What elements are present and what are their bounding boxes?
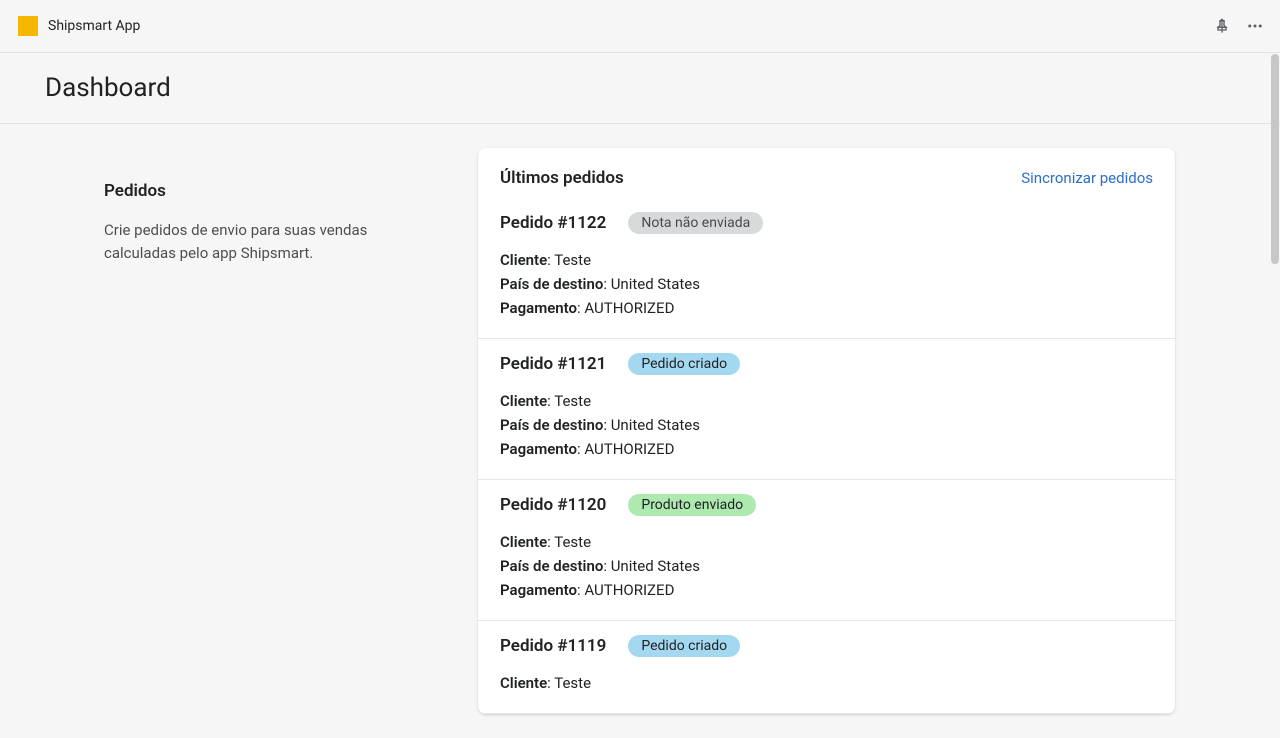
sync-orders-link[interactable]: Sincronizar pedidos xyxy=(1021,169,1153,187)
order-field-pais: País de destino: United States xyxy=(500,554,1153,578)
order-item[interactable]: Pedido #1119 Pedido criado Cliente: Teste xyxy=(478,621,1175,714)
order-title: Pedido #1122 xyxy=(500,213,606,233)
field-value: United States xyxy=(611,557,700,575)
field-label: Cliente xyxy=(500,533,547,551)
field-value: AUTHORIZED xyxy=(584,299,674,317)
orders-list: Pedido #1122 Nota não enviada Cliente: Tes… xyxy=(478,200,1175,714)
topbar-actions xyxy=(1214,17,1264,35)
more-icon[interactable] xyxy=(1246,17,1264,35)
status-badge: Produto enviado xyxy=(628,494,756,516)
status-badge: Pedido criado xyxy=(628,635,740,657)
field-label: País de destino xyxy=(500,416,603,434)
field-label: Pagamento xyxy=(500,440,577,458)
order-title: Pedido #1121 xyxy=(500,354,606,374)
topbar: Shipsmart App xyxy=(0,0,1280,53)
field-value: AUTHORIZED xyxy=(584,581,674,599)
pin-icon[interactable] xyxy=(1214,18,1230,34)
order-item[interactable]: Pedido #1121Pedido criadoCliente: TesteP… xyxy=(478,339,1175,480)
app-title: Shipsmart App xyxy=(48,18,140,34)
order-field-cliente: Cliente: Teste xyxy=(500,248,1153,272)
content: Pedidos Crie pedidos de envio para suas … xyxy=(0,124,1280,738)
status-badge: Nota não enviada xyxy=(628,212,763,234)
order-item[interactable]: Pedido #1120 Produto enviado Cliente: Test… xyxy=(478,480,1175,621)
section-description: Pedidos Crie pedidos de envio para suas … xyxy=(0,148,478,714)
status-badge: Pedido criado xyxy=(628,353,740,375)
field-value: Teste xyxy=(554,674,591,692)
topbar-left: Shipsmart App xyxy=(18,16,140,36)
section-subtext: Crie pedidos de envio para suas vendas c… xyxy=(104,219,438,266)
order-field-cliente: Cliente: Teste xyxy=(500,530,1153,554)
card-header: Últimos pedidos Sincronizar pedidos xyxy=(478,148,1175,200)
scrollbar-thumb[interactable] xyxy=(1271,54,1279,264)
field-value: Teste xyxy=(554,251,591,269)
field-label: Pagamento xyxy=(500,299,577,317)
field-label: País de destino xyxy=(500,275,603,293)
order-head: Pedido #1119 Pedido criado xyxy=(500,635,1153,657)
field-value: United States xyxy=(611,416,700,434)
order-field-cliente: Cliente: Teste xyxy=(500,671,1153,695)
order-title: Pedido #1119 xyxy=(500,636,606,656)
order-field-pagamento: Pagamento: AUTHORIZED xyxy=(500,296,1153,320)
field-value: AUTHORIZED xyxy=(584,440,674,458)
section-heading: Pedidos xyxy=(104,181,438,201)
order-title: Pedido #1120 xyxy=(500,495,606,515)
orders-card: Últimos pedidos Sincronizar pedidos Pedi… xyxy=(478,148,1175,714)
order-field-cliente: Cliente: Teste xyxy=(500,389,1153,413)
order-head: Pedido #1120 Produto enviado xyxy=(500,494,1153,516)
field-label: País de destino xyxy=(500,557,603,575)
order-field-pagamento: Pagamento: AUTHORIZED xyxy=(500,578,1153,602)
field-value: Teste xyxy=(554,392,591,410)
app-logo-icon xyxy=(18,16,38,36)
page-header: Dashboard xyxy=(0,53,1280,124)
order-field-pais: País de destino: United States xyxy=(500,272,1153,296)
order-head: Pedido #1121 Pedido criado xyxy=(500,353,1153,375)
field-value: United States xyxy=(611,275,700,293)
card-title: Últimos pedidos xyxy=(500,168,624,188)
field-value: Teste xyxy=(554,533,591,551)
order-field-pagamento: Pagamento: AUTHORIZED xyxy=(500,437,1153,461)
field-label: Cliente xyxy=(500,392,547,410)
field-label: Cliente xyxy=(500,674,547,692)
page-title: Dashboard xyxy=(45,73,1235,103)
field-label: Cliente xyxy=(500,251,547,269)
order-item[interactable]: Pedido #1122 Nota não enviada Cliente: Tes… xyxy=(478,200,1175,339)
order-head: Pedido #1122 Nota não enviada xyxy=(500,212,1153,234)
order-field-pais: País de destino: United States xyxy=(500,413,1153,437)
field-label: Pagamento xyxy=(500,581,577,599)
